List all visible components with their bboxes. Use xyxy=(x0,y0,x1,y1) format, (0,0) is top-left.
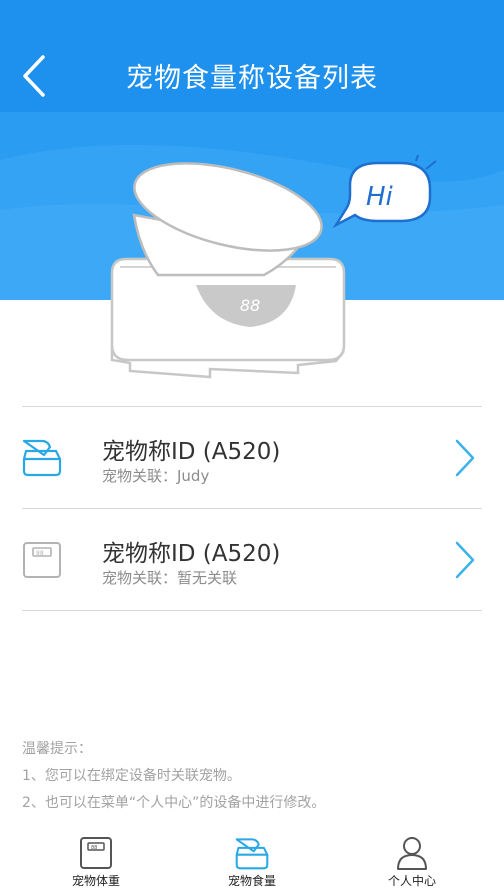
tips-title: 温馨提示： xyxy=(22,741,92,757)
device-row[interactable]: 宠物称ID (A520) 宠物关联：Judy xyxy=(22,407,482,509)
tab-pet-weight[interactable]: 88 宠物体重 xyxy=(36,826,156,896)
tips-line: 2、也可以在菜单“个人中心”的设备中进行修改。 xyxy=(22,795,326,811)
scale-icon: 88 xyxy=(80,837,112,869)
chevron-right-icon[interactable] xyxy=(454,438,476,478)
person-icon xyxy=(397,837,427,870)
tips-line: 1、您可以在绑定设备时关联宠物。 xyxy=(22,768,241,784)
bowl-icon xyxy=(235,838,269,870)
tab-label: 宠物体重 xyxy=(71,874,120,888)
bowl-icon xyxy=(22,439,62,477)
page-title: 宠物食量称设备列表 xyxy=(126,63,378,94)
top-bar: 宠物食量称设备列表 xyxy=(0,0,504,112)
scale-icon: 88 xyxy=(23,542,61,578)
tab-pet-food[interactable]: 宠物食量 xyxy=(192,826,312,896)
device-pet-link: 宠物关联：暂无关联 xyxy=(102,569,238,587)
bubble-text: Hi xyxy=(366,182,394,212)
device-name: 宠物称ID (A520) xyxy=(102,439,281,465)
device-pet-link: 宠物关联：Judy xyxy=(102,467,210,485)
tab-label: 宠物食量 xyxy=(227,874,276,888)
tips-section: 温馨提示： 1、您可以在绑定设备时关联宠物。 2、也可以在菜单“个人中心”的设备… xyxy=(22,736,492,817)
svg-text:88: 88 xyxy=(91,845,97,851)
display-digits: 88 xyxy=(240,296,260,315)
tab-label: 个人中心 xyxy=(387,874,436,888)
device-name: 宠物称ID (A520) xyxy=(102,541,281,567)
bottom-tab-bar: 88 宠物体重 宠物食量 个人中心 xyxy=(0,826,504,896)
tab-profile[interactable]: 个人中心 xyxy=(352,826,472,896)
device-row[interactable]: 88 宠物称ID (A520) 宠物关联：暂无关联 xyxy=(22,509,482,611)
device-list: 宠物称ID (A520) 宠物关联：Judy 88 宠物称ID (A520) 宠… xyxy=(22,406,482,611)
pet-feeder-illustration: 88 Hi xyxy=(110,155,437,379)
svg-text:88: 88 xyxy=(36,550,44,557)
chevron-right-icon[interactable] xyxy=(454,540,476,580)
